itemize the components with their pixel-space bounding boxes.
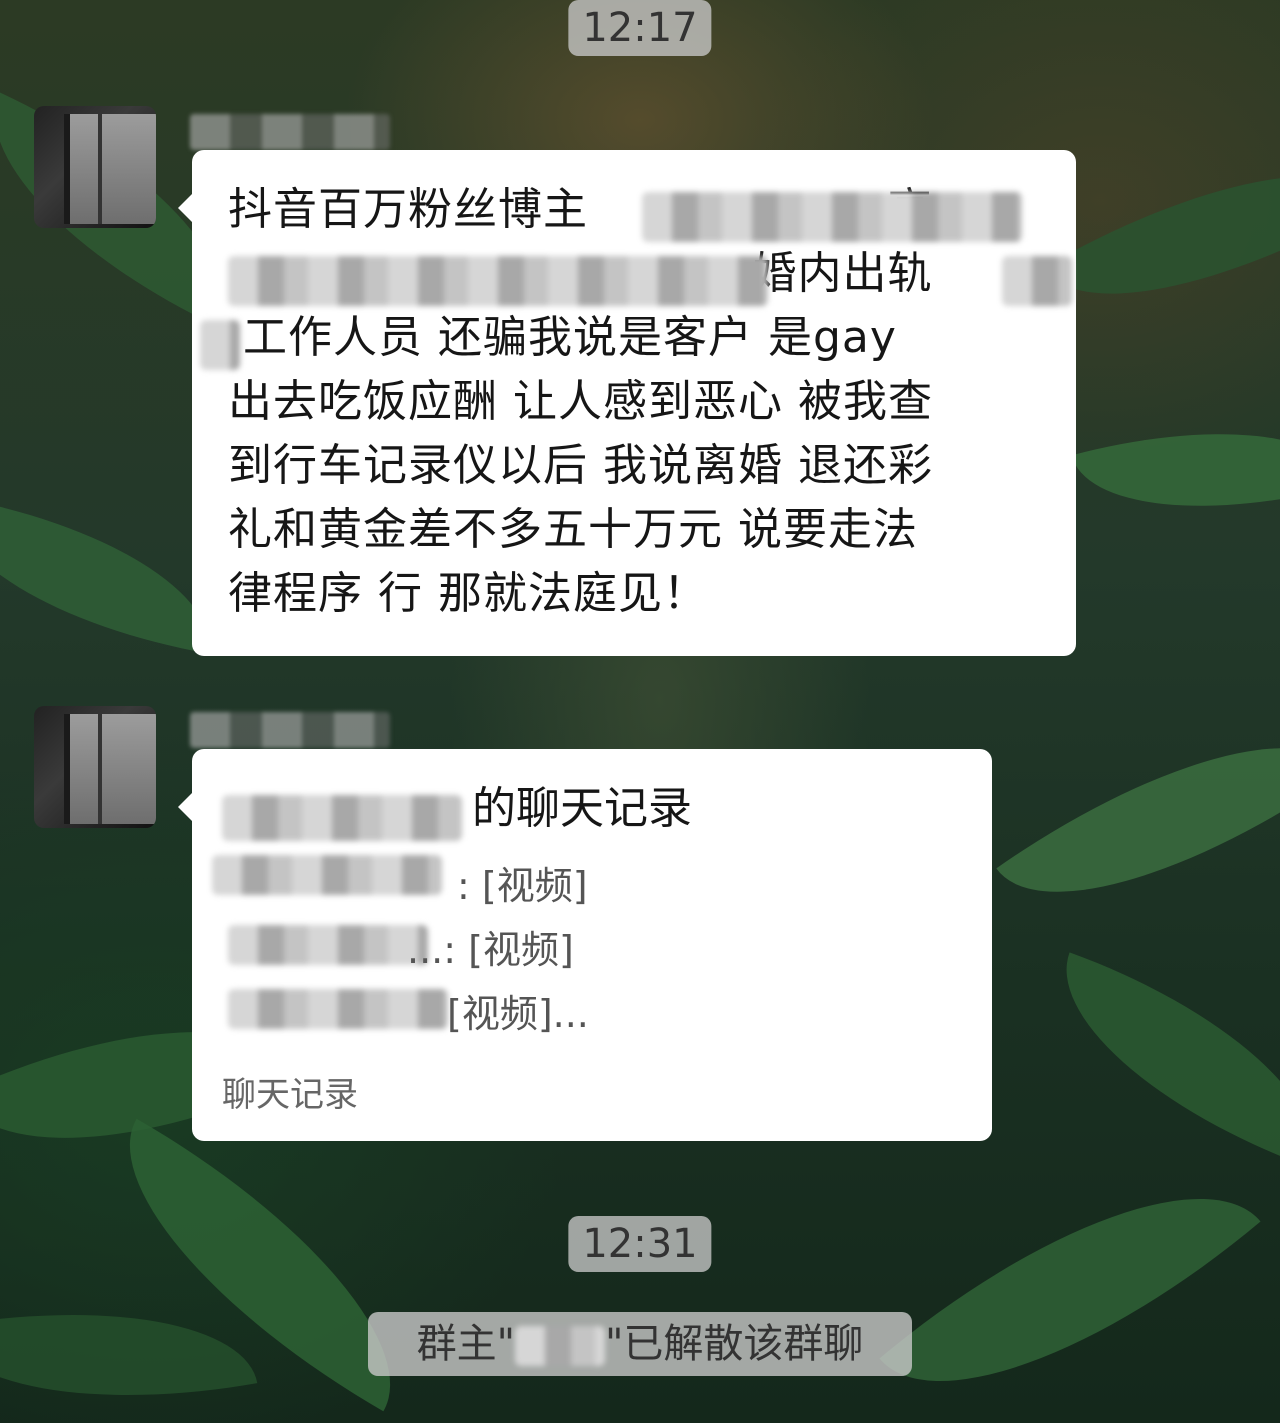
redaction	[642, 192, 1022, 242]
forwarded-line: : [视频]	[457, 864, 588, 908]
forwarded-chat-card[interactable]: 的聊天记录 : [视频] ...: [视频] [视频]... 聊天记录	[178, 749, 992, 1141]
timestamp-1: 12:17	[568, 0, 712, 56]
sender-name-1	[190, 114, 390, 150]
redaction	[515, 1326, 605, 1366]
system-notice-suffix: "已解散该群聊	[605, 1321, 864, 1367]
redaction	[228, 256, 768, 306]
message-text: 抖音百万粉丝博主 高 婚内出轨 工作人员 还骗我说是客户 是gay 出去吃饭应酬…	[228, 184, 933, 619]
sender-avatar-1[interactable]	[34, 106, 156, 228]
timestamp-2: 12:31	[568, 1216, 712, 1272]
system-notice-prefix: 群主"	[416, 1321, 515, 1367]
forwarded-line: ...: [视频]	[407, 928, 574, 972]
redaction	[212, 855, 442, 895]
forwarded-line: [视频]...	[447, 992, 589, 1036]
sender-avatar-2[interactable]	[34, 706, 156, 828]
forwarded-chat-footer: 聊天记录	[222, 1075, 358, 1115]
system-notice: 群主" "已解散该群聊	[368, 1312, 912, 1376]
forwarded-chat-title: 的聊天记录	[472, 783, 692, 834]
redaction	[1002, 256, 1072, 306]
redaction	[200, 320, 240, 370]
redaction	[228, 925, 428, 965]
message-bubble-text[interactable]: 抖音百万粉丝博主 高 婚内出轨 工作人员 还骗我说是客户 是gay 出去吃饭应酬…	[178, 150, 1076, 656]
redaction	[228, 989, 448, 1029]
redaction	[222, 795, 462, 841]
sender-name-2	[190, 712, 390, 748]
